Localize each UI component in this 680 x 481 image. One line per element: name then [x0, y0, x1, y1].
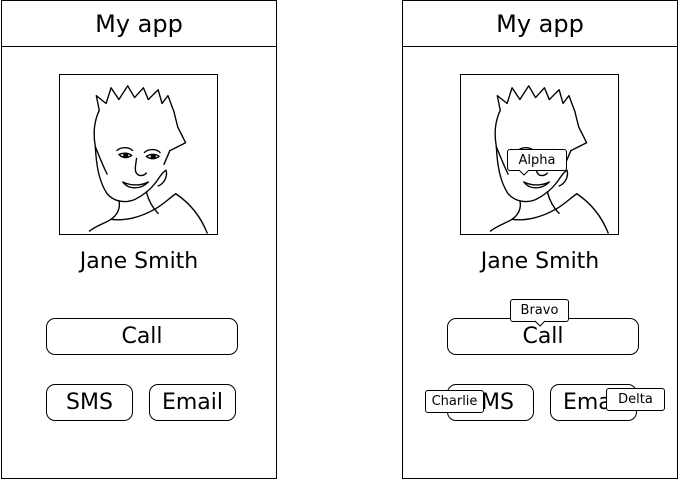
contact-name: Jane Smith [79, 249, 199, 274]
app-header: My app [2, 1, 276, 47]
phone-screen-plain: My app Jane Smith Call SMS Email [1, 0, 277, 479]
avatar-drawing [88, 85, 208, 234]
hint-tail-call [534, 320, 546, 327]
app-title: My app [95, 9, 183, 38]
sms-button[interactable]: SMS [46, 384, 133, 421]
hint-tail-photo [518, 169, 530, 176]
email-button[interactable]: Email [149, 384, 236, 421]
hint-tag-sms: Charlie [425, 390, 484, 413]
app-title: My app [496, 9, 584, 38]
phone-screen-hinted: My app Jane Smith Call SMS Email Alpha B… [402, 0, 678, 479]
contact-photo[interactable] [59, 74, 218, 235]
call-button[interactable]: Call [46, 318, 238, 355]
app-header: My app [403, 1, 677, 47]
hint-tag-email: Delta [606, 388, 665, 411]
hint-tag-photo: Alpha [507, 149, 567, 171]
hint-tag-call: Bravo [510, 299, 569, 322]
contact-name: Jane Smith [480, 249, 600, 274]
